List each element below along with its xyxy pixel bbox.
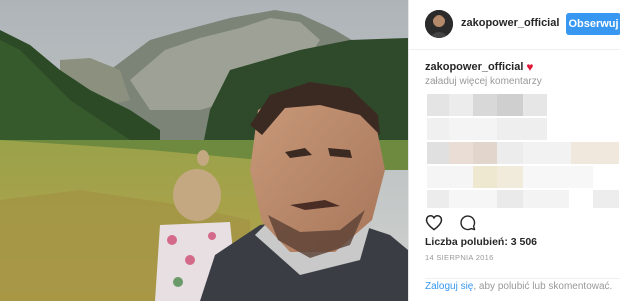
login-prompt: Zaloguj się, aby polubić lub skomentować… <box>425 278 620 301</box>
likes-count[interactable]: Liczba polubień: 3 506 <box>425 236 537 248</box>
caption-username[interactable]: zakopower_official <box>425 61 523 73</box>
login-link[interactable]: Zaloguj się <box>425 281 473 292</box>
blurred-comments-area <box>417 92 620 210</box>
username-link[interactable]: zakopower_official <box>461 17 559 29</box>
login-prompt-text: , aby polubić lub skomentować. <box>473 281 613 292</box>
follow-button[interactable]: Obserwuj <box>566 13 620 35</box>
load-more-comments-link[interactable]: załaduj więcej komentarzy <box>425 76 542 87</box>
comment-icon[interactable] <box>459 214 476 231</box>
post-header: zakopower_official Obserwuj <box>409 0 620 50</box>
post-date[interactable]: 14 SIERPNIA 2016 <box>425 253 494 262</box>
caption: zakopower_official ♥ <box>425 60 534 74</box>
post-side-panel: zakopower_official Obserwuj zakopower_of… <box>408 0 620 301</box>
post-actions <box>425 212 476 232</box>
post-photo[interactable] <box>0 0 408 301</box>
heart-emoji-icon: ♥ <box>526 60 534 74</box>
avatar[interactable] <box>425 10 453 38</box>
heart-icon[interactable] <box>425 214 443 231</box>
